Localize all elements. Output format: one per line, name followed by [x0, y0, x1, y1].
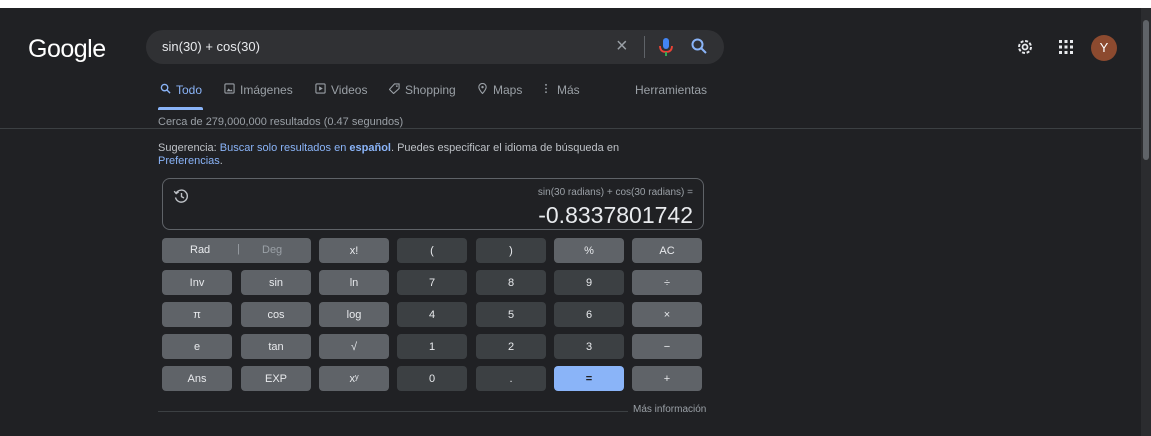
key-close-paren[interactable]: ) [476, 238, 546, 263]
scrollbar-thumb[interactable] [1143, 20, 1149, 160]
suggestion-prefix: Sugerencia: [158, 142, 220, 154]
search-divider [644, 36, 645, 58]
key-add[interactable]: + [632, 366, 702, 391]
key-8[interactable]: 8 [476, 270, 546, 295]
tab-label: Herramientas [635, 83, 708, 97]
google-logo[interactable]: Google [28, 35, 106, 64]
key-pi[interactable]: π [162, 302, 232, 327]
key-sqrt[interactable]: √ [319, 334, 389, 359]
language-suggestion: Sugerencia: Buscar solo resultados en es… [158, 142, 678, 168]
suggestion-end: . [219, 155, 223, 167]
calculator-display: sin(30 radians) + cos(30 radians) = -0.8… [162, 178, 704, 230]
key-subtract[interactable]: − [632, 334, 702, 359]
search-icon[interactable] [690, 37, 708, 55]
image-icon [222, 83, 236, 97]
active-tab-indicator [158, 107, 203, 110]
key-log[interactable]: log [319, 302, 389, 327]
spanish-results-link[interactable]: Buscar solo resultados en español [220, 142, 391, 154]
search-box[interactable]: sin(30) + cos(30) × [146, 30, 724, 64]
key-6[interactable]: 6 [554, 302, 624, 327]
tab-videos[interactable]: Videos [313, 83, 367, 97]
key-tan[interactable]: tan [241, 334, 311, 359]
key-3[interactable]: 3 [554, 334, 624, 359]
rad-deg-separator: | [237, 243, 240, 255]
key-multiply[interactable]: × [632, 302, 702, 327]
key-2[interactable]: 2 [476, 334, 546, 359]
tab-label: Todo [176, 83, 203, 97]
tab-label: Más [557, 83, 580, 97]
tab-herramientas[interactable]: Herramientas [635, 83, 707, 97]
microphone-icon[interactable] [658, 37, 674, 57]
search-input[interactable]: sin(30) + cos(30) [162, 39, 260, 54]
video-icon [313, 83, 327, 97]
key-7[interactable]: 7 [397, 270, 467, 295]
tab-label: Imágenes [240, 83, 293, 97]
key-equals[interactable]: = [554, 366, 624, 391]
preferences-link[interactable]: Preferencias [158, 155, 220, 167]
history-icon[interactable] [173, 188, 189, 204]
link-bold-text: español [349, 142, 391, 154]
key-cos[interactable]: cos [241, 302, 311, 327]
key-factorial[interactable]: x! [319, 238, 389, 263]
key-open-paren[interactable]: ( [397, 238, 467, 263]
link-text: Buscar solo resultados en [219, 142, 350, 154]
key-inverse[interactable]: Inv [162, 270, 232, 295]
rad-option[interactable]: Rad [190, 244, 210, 256]
key-ln[interactable]: ln [319, 270, 389, 295]
key-sin[interactable]: sin [241, 270, 311, 295]
tag-icon [387, 83, 401, 97]
calculator-divider [158, 411, 628, 412]
more-vert-icon [539, 83, 553, 97]
key-percent[interactable]: % [554, 238, 624, 263]
key-0[interactable]: 0 [397, 366, 467, 391]
deg-option[interactable]: Deg [262, 244, 282, 256]
tab-label: Shopping [405, 83, 456, 97]
tab-maps[interactable]: Maps [475, 82, 523, 97]
key-exp[interactable]: EXP [241, 366, 311, 391]
tab-mas[interactable]: Más [539, 83, 580, 97]
more-info-link[interactable]: Más información [633, 404, 706, 415]
key-9[interactable]: 9 [554, 270, 624, 295]
key-power[interactable]: xʸ [319, 366, 389, 391]
key-divide[interactable]: ÷ [632, 270, 702, 295]
page-scrollbar[interactable] [1141, 8, 1151, 436]
tab-imagenes[interactable]: Imágenes [222, 83, 293, 97]
key-5[interactable]: 5 [476, 302, 546, 327]
search-icon [158, 83, 172, 97]
tab-label: Maps [493, 83, 523, 97]
calculator-expression: sin(30 radians) + cos(30 radians) = [537, 187, 693, 198]
key-1[interactable]: 1 [397, 334, 467, 359]
search-header: Google sin(30) + cos(30) × Y Todo Imágen… [0, 8, 1141, 129]
suggestion-middle: . Puedes especificar el idioma de búsque… [390, 142, 620, 154]
tab-label: Videos [331, 83, 368, 97]
top-edge [0, 0, 1151, 8]
key-all-clear[interactable]: AC [632, 238, 702, 263]
apps-grid-icon[interactable] [1058, 39, 1074, 55]
key-answer[interactable]: Ans [162, 366, 232, 391]
calculator-result: -0.8337801742 [538, 202, 693, 228]
tab-todo[interactable]: Todo [158, 83, 202, 97]
avatar[interactable]: Y [1091, 35, 1117, 61]
key-e[interactable]: e [162, 334, 232, 359]
gear-icon[interactable] [1016, 38, 1034, 56]
key-decimal[interactable]: . [476, 366, 546, 391]
rad-deg-toggle[interactable]: Rad | Deg [162, 238, 311, 263]
tab-shopping[interactable]: Shopping [387, 83, 456, 97]
key-4[interactable]: 4 [397, 302, 467, 327]
result-stats: Cerca de 279,000,000 resultados (0.47 se… [158, 116, 404, 128]
map-pin-icon [475, 82, 489, 97]
close-icon[interactable]: × [616, 35, 628, 58]
